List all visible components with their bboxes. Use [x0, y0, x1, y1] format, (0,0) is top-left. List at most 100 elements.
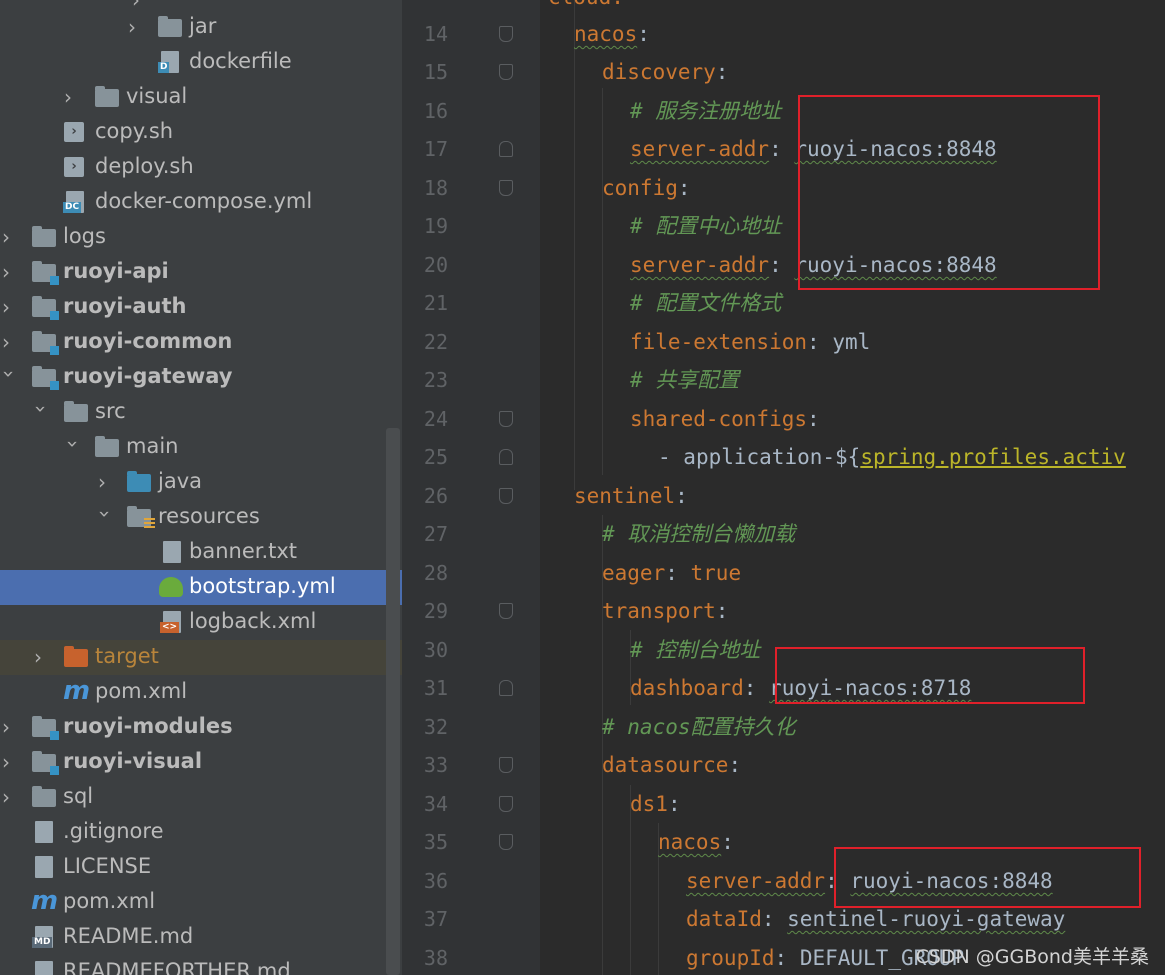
tree-item-src[interactable]: › src: [0, 395, 402, 430]
code-line-29[interactable]: transport:: [602, 592, 728, 630]
code-line-14[interactable]: nacos:: [574, 15, 650, 53]
tree-item-label: target: [95, 644, 159, 668]
chevron-right-icon[interactable]: ›: [2, 332, 16, 352]
tree-item-resources[interactable]: › resources: [0, 500, 402, 535]
fold-marker-icon[interactable]: [499, 411, 513, 427]
tree-item-sql[interactable]: › sql: [0, 780, 402, 815]
dockerfile-icon: D: [158, 51, 179, 73]
watermark: CSDN @GGBond美羊羊桑: [915, 946, 1149, 968]
text-file-icon: [163, 541, 181, 563]
markdown-icon: MD: [32, 926, 53, 948]
line-number: 31: [423, 676, 448, 700]
code-line-23[interactable]: # 共享配置: [630, 361, 739, 399]
chevron-down-icon[interactable]: ›: [0, 370, 21, 384]
tree-item-main[interactable]: › main: [0, 430, 402, 465]
tree-item-ruoyi-auth[interactable]: › ruoyi-auth: [0, 290, 402, 325]
chevron-down-icon[interactable]: ›: [61, 440, 85, 454]
tree-item-label: ruoyi-gateway: [63, 364, 233, 388]
line-number: 16: [423, 99, 448, 123]
code-line-27[interactable]: # 取消控制台懒加载: [602, 515, 795, 553]
code-line-16[interactable]: # 服务注册地址: [630, 92, 781, 130]
tree-item-target[interactable]: › target: [0, 640, 402, 675]
tree-item-copy-sh[interactable]: › copy.sh: [0, 115, 402, 150]
line-number: 37: [423, 907, 448, 931]
fold-marker-icon[interactable]: [499, 26, 513, 42]
chevron-down-icon[interactable]: ›: [29, 405, 53, 419]
chevron-right-icon[interactable]: ›: [64, 87, 78, 107]
code-line-18[interactable]: config:: [602, 169, 691, 207]
code-editor[interactable]: cloud: 14 15 16 17 18 19 20 21 22 23 24 …: [402, 0, 1165, 975]
module-folder-icon: [32, 261, 59, 285]
tree-item-ruoyi-api[interactable]: › ruoyi-api: [0, 255, 402, 290]
tree-item-jar[interactable]: › jar: [0, 10, 402, 45]
tree-item-ruoyi-visual[interactable]: › ruoyi-visual: [0, 745, 402, 780]
chevron-right-icon[interactable]: ›: [2, 717, 16, 737]
fold-marker-icon[interactable]: [499, 141, 513, 157]
code-line-22[interactable]: file-extension: yml: [630, 323, 870, 361]
chevron-right-icon[interactable]: ›: [2, 262, 16, 282]
chevron-right-icon[interactable]: ›: [2, 297, 16, 317]
folder-icon: [32, 786, 56, 807]
fold-marker-icon[interactable]: [499, 796, 513, 812]
tree-item-ruoyi-gateway[interactable]: › ruoyi-gateway: [0, 360, 402, 395]
code-line-15[interactable]: discovery:: [602, 53, 728, 91]
tree-item-docker-compose[interactable]: DC docker-compose.yml: [0, 185, 402, 220]
tree-item-label: java: [158, 469, 202, 493]
fold-marker-icon[interactable]: [499, 180, 513, 196]
highlight-box-datasource-addr: [834, 847, 1141, 908]
code-line-33[interactable]: datasource:: [602, 746, 741, 784]
tree-item-label: ruoyi-visual: [63, 749, 203, 773]
chevron-right-icon[interactable]: ›: [98, 472, 112, 492]
chevron-right-icon[interactable]: ›: [2, 752, 16, 772]
tree-item-label: banner.txt: [189, 539, 298, 563]
tree-item-deploy-sh[interactable]: › deploy.sh: [0, 150, 402, 185]
line-number: 36: [423, 869, 448, 893]
tree-item-readmeforther[interactable]: READMEFORTHER.md: [0, 955, 402, 975]
code-line-35[interactable]: nacos:: [658, 823, 734, 861]
code-line-25[interactable]: - application-${spring.profiles.activ: [658, 438, 1126, 476]
code-line-26[interactable]: sentinel:: [574, 477, 688, 515]
tree-item-ruoyi-common[interactable]: › ruoyi-common: [0, 325, 402, 360]
chevron-right-icon[interactable]: ›: [2, 227, 16, 247]
tree-item-gitignore[interactable]: .gitignore: [0, 815, 402, 850]
tree-item-banner-txt[interactable]: banner.txt: [0, 535, 402, 570]
chevron-right-icon[interactable]: ›: [2, 787, 16, 807]
tree-item-logs[interactable]: › logs: [0, 220, 402, 255]
fold-marker-icon[interactable]: [499, 449, 513, 465]
tree-scrollbar[interactable]: [386, 428, 400, 975]
tree-item-pom-xml[interactable]: m pom.xml: [0, 675, 402, 710]
chevron-down-icon[interactable]: ›: [93, 510, 117, 524]
chevron-right-icon[interactable]: ›: [34, 647, 48, 667]
tree-item-visual[interactable]: › visual: [0, 80, 402, 115]
fold-marker-icon[interactable]: [499, 757, 513, 773]
tree-item-dockerfile[interactable]: D dockerfile: [0, 45, 402, 80]
tree-item-bootstrap-yml[interactable]: bootstrap.yml: [0, 570, 402, 605]
shell-script-icon: ›: [64, 157, 84, 177]
fold-marker-icon[interactable]: [499, 680, 513, 696]
code-line-30[interactable]: # 控制台地址: [630, 631, 760, 669]
folder-icon: [95, 436, 119, 457]
tree-item-logback-xml[interactable]: <> logback.xml: [0, 605, 402, 640]
tree-item-java[interactable]: › java: [0, 465, 402, 500]
folder-icon: [64, 401, 88, 422]
tree-item-license[interactable]: LICENSE: [0, 850, 402, 885]
fold-marker-icon[interactable]: [499, 834, 513, 850]
chevron-right-icon[interactable]: ›: [132, 0, 146, 10]
code-line-21[interactable]: # 配置文件格式: [630, 284, 781, 322]
code-line-28[interactable]: eager: true: [602, 554, 741, 592]
tree-item-ruoyi-modules[interactable]: › ruoyi-modules: [0, 710, 402, 745]
line-number: 30: [423, 638, 448, 662]
tree-item-readme[interactable]: MD README.md: [0, 920, 402, 955]
code-line-34[interactable]: ds1:: [630, 785, 681, 823]
chevron-right-icon[interactable]: ›: [128, 17, 142, 37]
code-line-32[interactable]: # nacos配置持久化: [602, 708, 796, 746]
code-line-24[interactable]: shared-configs:: [630, 400, 820, 438]
fold-marker-icon[interactable]: [499, 64, 513, 80]
tree-item-root-pom-xml[interactable]: m pom.xml: [0, 885, 402, 920]
fold-marker-icon[interactable]: [499, 488, 513, 504]
code-line-19[interactable]: # 配置中心地址: [630, 207, 781, 245]
gitignore-icon: [35, 821, 53, 843]
fold-marker-icon[interactable]: [499, 603, 513, 619]
tree-item-label: pom.xml: [63, 889, 156, 913]
tree-item-label: logs: [63, 224, 106, 248]
